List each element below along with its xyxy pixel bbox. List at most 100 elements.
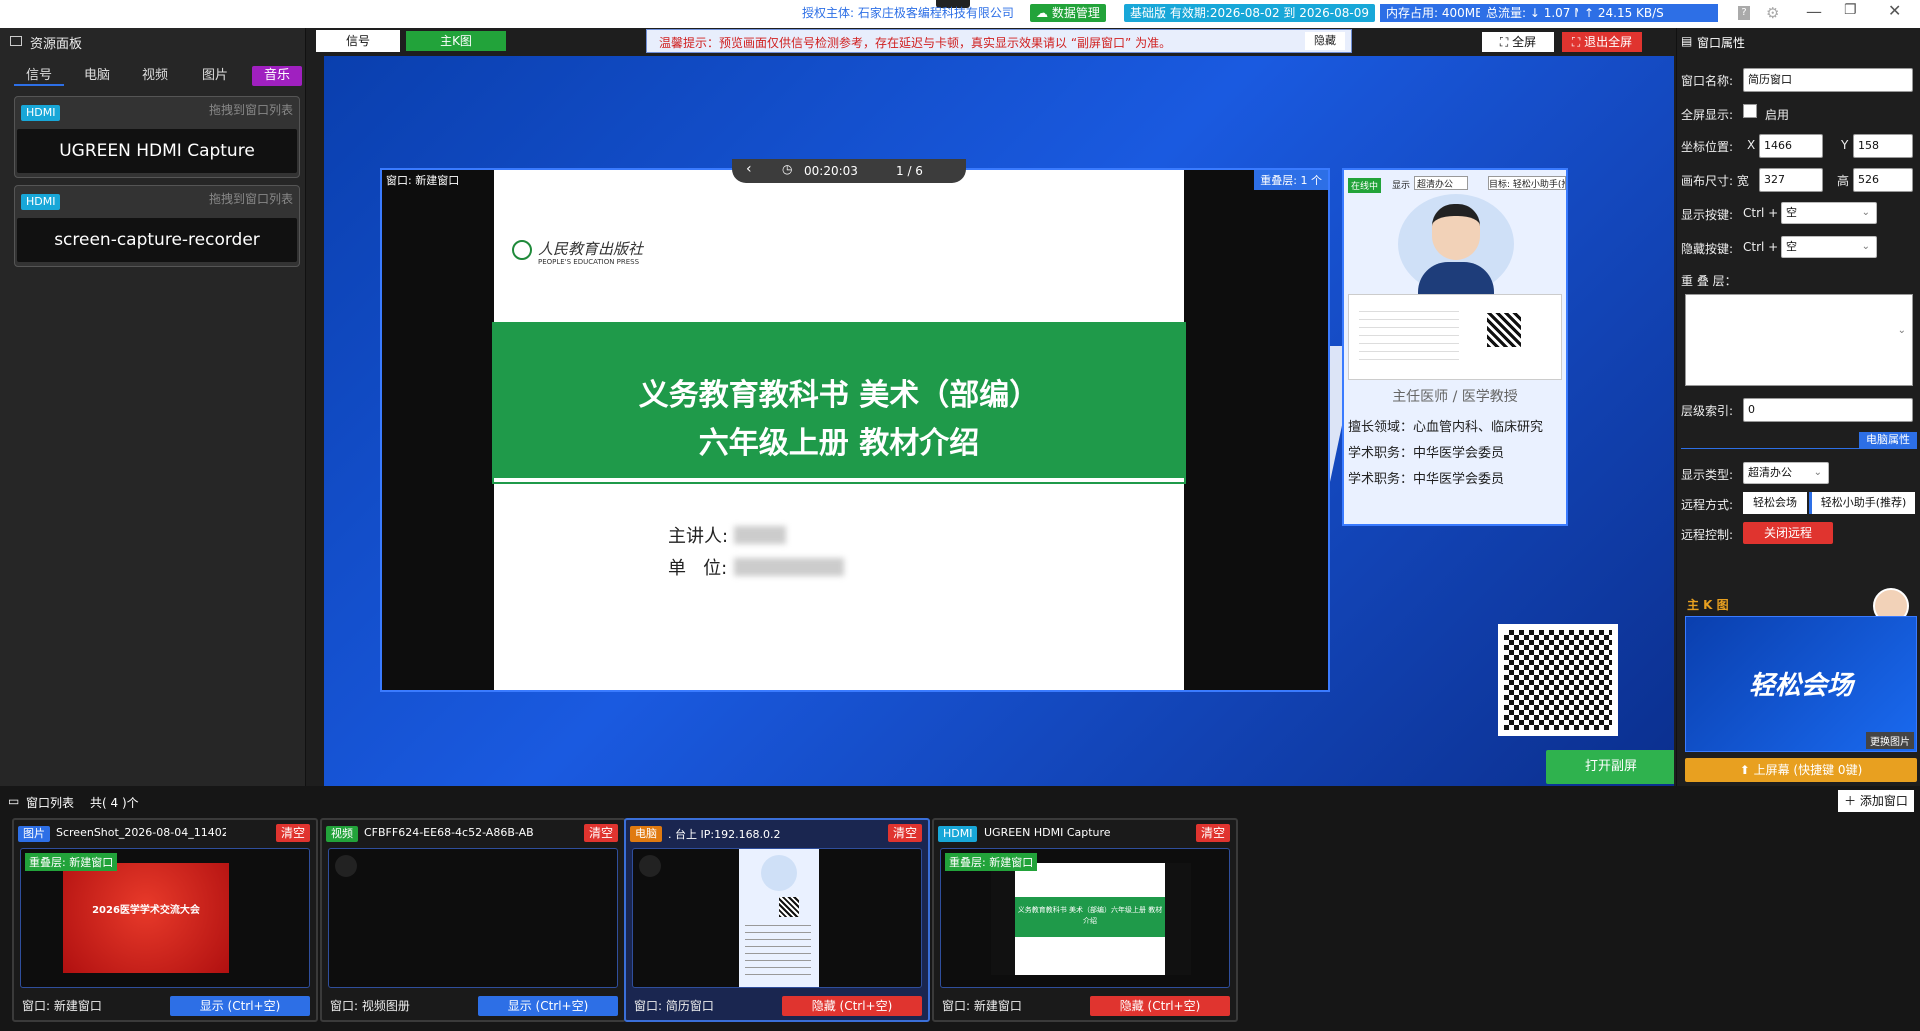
tab-image[interactable]: 图片 xyxy=(190,66,240,86)
card-window-label: 窗口: 新建窗口 xyxy=(22,999,102,1013)
window-card[interactable]: 电脑 . 台上 IP:192.168.0.2 清空 窗口: 简历窗口 隐藏 (C… xyxy=(624,818,930,1022)
chevron-down-icon: ⌄ xyxy=(1897,325,1906,336)
minimize-icon[interactable]: — xyxy=(1806,2,1822,21)
target-select[interactable]: 目标: 轻松小助手(推) xyxy=(1488,176,1566,190)
qr-pattern xyxy=(1504,630,1612,730)
add-window-label: 添加窗口 xyxy=(1859,794,1908,808)
upload-speed: ↑ 24.15 KB/S xyxy=(1578,4,1718,22)
mode-select[interactable]: 超清办公 xyxy=(1414,176,1468,190)
card-window-label: 窗口: 简历窗口 xyxy=(634,999,714,1013)
show-key-select[interactable]: 空 ⌄ xyxy=(1781,202,1877,224)
fullscreen-button[interactable]: ⛶ 全屏 xyxy=(1482,32,1554,52)
chevron-down-icon: ⌄ xyxy=(1861,241,1870,252)
overlay-badge: 重叠层: 1 个 xyxy=(1254,170,1328,190)
profile-window[interactable]: 在线中 显示 超清办公 目标: 轻松小助手(推) 主任医师 / 医学教授 擅长领… xyxy=(1342,168,1568,526)
notice-hide-button[interactable]: 隐藏 xyxy=(1305,32,1345,50)
slide-title-line2: 六年级上册 教材介绍 xyxy=(698,426,980,461)
tab-computer[interactable]: 电脑 xyxy=(72,66,122,86)
qr-code-icon xyxy=(779,897,799,917)
main-k-preview[interactable]: 轻松会场 更换图片 xyxy=(1685,616,1917,752)
timer-text: 00:20:03 xyxy=(804,164,858,178)
hide-key-value: 空 xyxy=(1786,240,1797,253)
close-remote-button[interactable]: 关闭远程 xyxy=(1743,522,1833,544)
y-input[interactable]: 158 xyxy=(1853,134,1913,158)
window-properties-panel: ▤ 窗口属性 窗口名称: 简历窗口 全屏显示: 启用 坐标位置: X 1466 … xyxy=(1676,28,1920,786)
preview-header: 信号 主K图 温馨提示：预览画面仅供信号检测参考，存在延迟与卡顿，真实显示效果请… xyxy=(306,28,1676,56)
show-key-label: 显示按键: xyxy=(1681,208,1734,222)
tab-music[interactable]: 音乐 xyxy=(252,66,302,86)
prev-page-icon[interactable]: ‹ xyxy=(746,161,752,177)
tab-main-k[interactable]: 主K图 xyxy=(406,31,506,51)
show-button[interactable]: 显示 (Ctrl+空) xyxy=(478,996,618,1016)
thumb-profile xyxy=(739,849,819,987)
tab-video[interactable]: 视频 xyxy=(130,66,180,86)
upload-screen-button[interactable]: ⬆ 上屏幕 (快捷键 0键) xyxy=(1685,758,1917,782)
x-label: X xyxy=(1747,138,1756,152)
fullscreen-checkbox[interactable] xyxy=(1743,104,1757,118)
exit-fullscreen-button[interactable]: ⛶ 退出全屏 xyxy=(1562,32,1642,52)
hide-key-select[interactable]: 空 ⌄ xyxy=(1781,236,1877,258)
hide-button[interactable]: 隐藏 (Ctrl+空) xyxy=(782,996,922,1016)
height-input[interactable]: 526 xyxy=(1853,168,1913,192)
show-key-value: 空 xyxy=(1786,206,1797,219)
window-count: 共( 4 )个 xyxy=(90,796,139,810)
close-icon[interactable]: ✕ xyxy=(1888,1,1901,20)
clear-button[interactable]: 清空 xyxy=(1196,824,1230,842)
source-card[interactable]: HDMI 拖拽到窗口列表 UGREEN HDMI Capture xyxy=(14,96,300,178)
clear-button[interactable]: 清空 xyxy=(888,824,922,842)
online-badge: 在线中 xyxy=(1348,178,1382,193)
top-bar: 授权主体: 石家庄极客编程科技有限公司 ☁ 数据管理 基础版 有效期:2026-… xyxy=(0,0,1920,28)
open-second-screen-button[interactable]: 打开副屏 xyxy=(1546,750,1674,784)
display-type-select[interactable]: 超清办公 ⌄ xyxy=(1743,462,1829,484)
thumb-avatar xyxy=(761,855,797,891)
window-card[interactable]: 视频 CFBFF624-EE68-4c52-A86B-AB15CD379E0E … xyxy=(320,818,626,1022)
x-input[interactable]: 1466 xyxy=(1759,134,1823,158)
card-thumbnail xyxy=(632,848,922,988)
unit-label: 单 位: xyxy=(668,558,728,579)
enable-label: 启用 xyxy=(1765,108,1790,122)
settings-icon[interactable]: ⚙ xyxy=(1766,4,1779,22)
hide-button[interactable]: 隐藏 (Ctrl+空) xyxy=(1090,996,1230,1016)
drag-hint: 拖拽到窗口列表 xyxy=(208,103,293,117)
window-name-input[interactable]: 简历窗口 xyxy=(1743,68,1913,92)
z-index-label: 层级索引: xyxy=(1681,404,1734,418)
size-label: 画布尺寸: 宽 xyxy=(1681,174,1749,188)
slide-window[interactable]: 窗口: 新建窗口 重叠层: 1 个 人民教育出版社 PEOPLE'S EDUCA… xyxy=(380,168,1330,692)
drag-hint: 拖拽到窗口列表 xyxy=(208,192,293,206)
name-label: 窗口名称: xyxy=(1681,74,1734,88)
title-banner: 义务教育教科书 美术（部编） 六年级上册 教材介绍 xyxy=(492,322,1186,484)
source-type-badge: HDMI xyxy=(21,194,61,210)
clear-button[interactable]: 清空 xyxy=(276,824,310,842)
source-card[interactable]: HDMI 拖拽到窗口列表 screen-capture-recorder xyxy=(14,185,300,267)
tab-signal-preview[interactable]: 信号 xyxy=(316,30,400,52)
add-window-button[interactable]: ＋ 添加窗口 xyxy=(1838,790,1914,812)
change-image-button[interactable]: 更换图片 xyxy=(1866,732,1914,749)
show-button[interactable]: 显示 (Ctrl+空) xyxy=(170,996,310,1016)
help-icon[interactable]: ? xyxy=(1738,6,1750,20)
overlay-select[interactable]: ⌄ xyxy=(1685,294,1913,386)
window-label: 窗口: 新建窗口 xyxy=(386,174,460,187)
doc-lines xyxy=(1359,311,1459,361)
notice-bar: 温馨提示：预览画面仅供信号检测参考，存在延迟与卡顿，真实显示效果请以 “副屏窗口… xyxy=(646,29,1352,53)
chevron-down-icon: ⌄ xyxy=(1861,207,1870,218)
profile-line: 学术职务：中华医学会委员 xyxy=(1348,446,1505,461)
resource-panel-title: 资源面板 xyxy=(30,37,83,52)
thumb-image: 2026医学学术交流大会 xyxy=(63,863,229,973)
panel-icon xyxy=(10,36,22,46)
tab-signal[interactable]: 信号 xyxy=(14,66,64,86)
width-input[interactable]: 327 xyxy=(1759,168,1823,192)
remote-option-venue[interactable]: 轻松会场 xyxy=(1743,492,1807,514)
window-card[interactable]: 图片 ScreenShot_2026-08-04_114022_589 清空 2… xyxy=(12,818,318,1022)
playback-bar: ‹ ◷ 00:20:03 1 / 6 xyxy=(732,159,966,183)
fullscreen-label: 全屏 xyxy=(1512,35,1537,49)
profile-line: 学术职务：中华医学会委员 xyxy=(1348,472,1505,487)
clear-button[interactable]: 清空 xyxy=(584,824,618,842)
window-list-panel: ▭ 窗口列表 共( 4 )个 ＋ 添加窗口 图片 ScreenShot_2026… xyxy=(0,786,1920,1031)
z-index-input[interactable]: 0 xyxy=(1743,398,1913,422)
preview-canvas[interactable]: 窗口: 新建窗口 重叠层: 1 个 人民教育出版社 PEOPLE'S EDUCA… xyxy=(324,56,1674,786)
maximize-icon[interactable]: ❐ xyxy=(1844,2,1857,18)
data-mgmt-button[interactable]: ☁ 数据管理 xyxy=(1030,4,1106,22)
remote-option-assistant[interactable]: 轻松小助手(推荐) xyxy=(1809,492,1915,514)
window-card[interactable]: HDMI UGREEN HDMI Capture 清空 义务教育教科书 美术（部… xyxy=(932,818,1238,1022)
card-thumbnail: 2026医学学术交流大会 重叠层: 新建窗口 xyxy=(20,848,310,988)
